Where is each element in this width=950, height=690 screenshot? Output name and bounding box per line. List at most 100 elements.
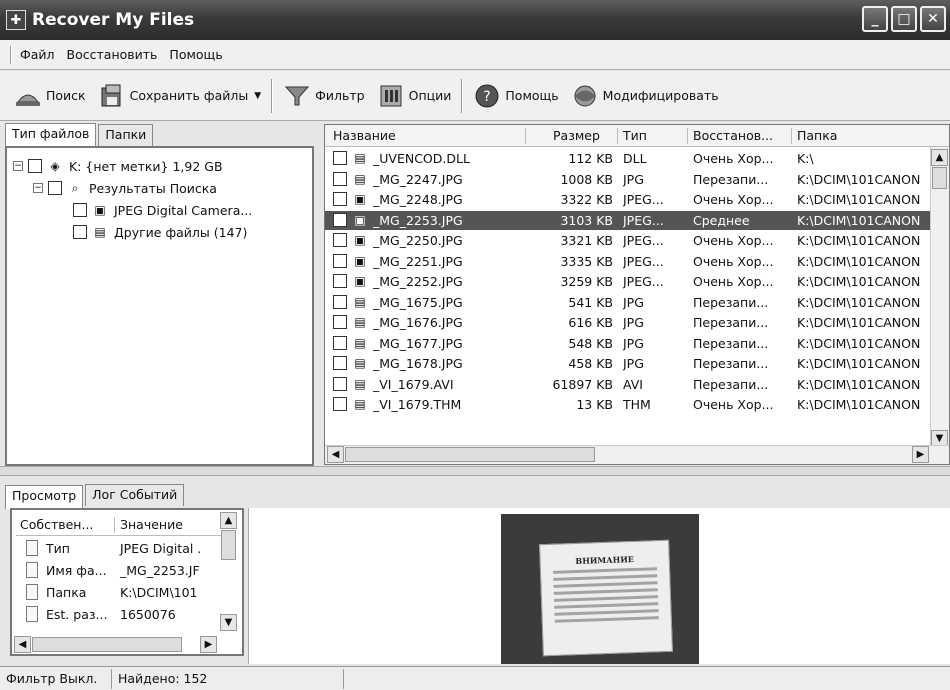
upgrade-button-label: Модифицировать	[602, 88, 719, 103]
scroll-right-icon[interactable]: ▶	[912, 446, 929, 463]
status-found-count: Найдено: 152	[112, 668, 344, 689]
property-value: JPEG Digital .	[120, 541, 202, 556]
save-files-button[interactable]: Сохранить файлы ▼	[92, 77, 268, 115]
cell-size: 541 KB	[568, 294, 613, 310]
vertical-scrollbar[interactable]: ▲ ▼	[930, 147, 949, 447]
file-checkbox[interactable]	[333, 151, 347, 165]
options-button[interactable]: Опции	[371, 77, 458, 115]
scroll-right-icon[interactable]: ▶	[200, 636, 217, 653]
tab-preview[interactable]: Просмотр	[5, 485, 84, 509]
column-size[interactable]: Размер	[553, 128, 600, 143]
file-row[interactable]: ▣ _MG_2252.JPG 3259 KB JPEG... Очень Хор... K…	[325, 272, 931, 291]
tree-item-drive[interactable]: − ◈ K: {нет метки} 1,92 GB	[13, 156, 223, 176]
value-column[interactable]: Значение	[120, 517, 183, 532]
file-checkbox[interactable]	[333, 171, 347, 186]
property-row[interactable]: Тип JPEG Digital .	[16, 538, 222, 560]
file-checkbox[interactable]	[333, 315, 347, 329]
column-recovery[interactable]: Восстанов...	[693, 128, 773, 143]
help-button[interactable]: ? Помощь	[467, 77, 564, 115]
file-checkbox[interactable]	[333, 274, 347, 288]
collapse-icon[interactable]: −	[33, 183, 43, 193]
file-checkbox[interactable]	[333, 233, 347, 247]
close-button[interactable]: ✕	[920, 6, 946, 32]
file-row[interactable]: ▤ _MG_1675.JPG 541 KB JPG Перезапи... K:\DCIM…	[325, 293, 931, 312]
svg-text:?: ?	[484, 89, 491, 105]
horizontal-scrollbar[interactable]: ◀ ▶	[325, 445, 949, 464]
cell-type: JPEG...	[623, 192, 664, 207]
generic-file-icon: ▤	[354, 356, 366, 370]
tree-checkbox[interactable]	[28, 159, 42, 173]
property-column[interactable]: Собствен...	[20, 517, 93, 532]
file-checkbox[interactable]	[333, 253, 347, 268]
column-type[interactable]: Тип	[623, 128, 647, 143]
search-icon	[14, 82, 42, 110]
cell-type: JPG	[623, 315, 644, 330]
title-bar[interactable]: ✚ Recover My Files _ □ ✕	[0, 0, 950, 40]
file-row[interactable]: ▤ _MG_2247.JPG 1008 KB JPG Перезапи... K:\DCI…	[325, 170, 931, 189]
file-checkbox[interactable]	[333, 356, 347, 370]
tab-event-log[interactable]: Лог Событий	[85, 484, 185, 506]
cell-folder: K:\DCIM\101CANON	[797, 376, 921, 392]
scroll-up-icon[interactable]: ▲	[220, 512, 237, 529]
scroll-up-icon[interactable]: ▲	[931, 149, 948, 166]
scroll-down-icon[interactable]: ▼	[220, 614, 237, 631]
scroll-left-icon[interactable]: ◀	[327, 446, 344, 463]
tree-item-other-files[interactable]: ▤ Другие файлы (147)	[73, 222, 247, 242]
file-row[interactable]: ▤ _MG_1676.JPG 616 KB JPG Перезапи... K:\DCIM…	[325, 313, 931, 332]
file-checkbox[interactable]	[333, 212, 347, 227]
properties-header: Собствен... Значение	[16, 514, 221, 536]
file-row[interactable]: ▤ _MG_1677.JPG 548 KB JPG Перезапи... K:\DCIM…	[325, 334, 931, 353]
tree-item-jpeg[interactable]: ▣ JPEG Digital Camera...	[73, 200, 252, 220]
cell-type: JPG	[623, 294, 644, 310]
tab-file-types[interactable]: Тип файлов	[5, 123, 97, 147]
file-row[interactable]: ▤ _VI_1679.THM 13 KB THM Очень Хор... K:\DCIM…	[325, 395, 931, 414]
preview-image[interactable]: ВНИМАНИЕ	[501, 514, 699, 664]
scroll-thumb[interactable]	[932, 167, 947, 189]
scroll-thumb[interactable]	[221, 530, 236, 560]
cell-type: AVI	[623, 376, 643, 392]
file-row[interactable]: ▤ _VI_1679.AVI 61897 KB AVI Перезапи... K:\DC…	[325, 375, 931, 394]
tab-folders[interactable]: Папки	[98, 124, 154, 146]
scroll-thumb[interactable]	[345, 447, 595, 462]
file-row[interactable]: ▣ _MG_2248.JPG 3322 KB JPEG... Очень Хор... K…	[325, 190, 931, 209]
tree-checkbox[interactable]	[73, 225, 87, 239]
scroll-left-icon[interactable]: ◀	[14, 636, 31, 653]
property-row[interactable]: Имя фа... _MG_2253.JF	[16, 560, 222, 582]
preview-area: ВНИМАНИЕ	[248, 508, 950, 664]
maximize-button[interactable]: □	[891, 6, 917, 32]
menu-help[interactable]: Помощь	[169, 47, 222, 62]
tree-item-search-results[interactable]: − ⌕ Результаты Поиска	[33, 178, 217, 198]
save-files-icon	[98, 82, 126, 110]
menu-recover[interactable]: Восстановить	[67, 47, 158, 62]
file-checkbox[interactable]	[333, 397, 347, 411]
search-button-label: Поиск	[46, 88, 86, 103]
collapse-icon[interactable]: −	[13, 161, 23, 171]
file-checkbox[interactable]	[333, 335, 347, 350]
file-checkbox[interactable]	[333, 192, 347, 206]
property-row[interactable]: Папка K:\DCIM\101	[16, 582, 222, 604]
file-row[interactable]: ▤ _MG_1678.JPG 458 KB JPG Перезапи... K:\DCIM…	[325, 354, 931, 373]
chevron-down-icon[interactable]: ▼	[254, 91, 261, 101]
file-row[interactable]: ▣ _MG_2251.JPG 3335 KB JPEG... Очень Хор... K…	[325, 252, 931, 271]
pane-splitter[interactable]	[0, 466, 950, 476]
column-folder[interactable]: Папка	[797, 128, 837, 143]
property-row[interactable]: Est. раз... 1650076	[16, 604, 222, 626]
status-bar: Фильтр Выкл. Найдено: 152	[0, 666, 950, 690]
file-checkbox[interactable]	[333, 294, 347, 309]
upgrade-button[interactable]: Модифицировать	[565, 77, 725, 115]
search-button[interactable]: Поиск	[8, 77, 92, 115]
minimize-button[interactable]: _	[862, 6, 888, 32]
file-checkbox[interactable]	[333, 376, 347, 391]
file-row[interactable]: ▣ _MG_2250.JPG 3321 KB JPEG... Очень Хор... K…	[325, 231, 931, 250]
toolbar-separator	[461, 78, 464, 113]
column-name[interactable]: Название	[333, 128, 396, 143]
scroll-thumb[interactable]	[32, 637, 182, 652]
menu-file[interactable]: Файл	[20, 47, 55, 62]
tree-checkbox[interactable]	[48, 181, 62, 195]
property-name: Папка	[46, 585, 87, 600]
filter-button[interactable]: Фильтр	[277, 77, 370, 115]
tree-checkbox[interactable]	[73, 203, 87, 217]
file-row[interactable]: ▤ _UVENCOD.DLL 112 KB DLL Очень Хор... K:\	[325, 149, 931, 168]
cell-type: JPG	[623, 171, 644, 187]
file-row[interactable]: ▣ _MG_2253.JPG 3103 KB JPEG... Среднее K:\DCI…	[325, 210, 931, 230]
